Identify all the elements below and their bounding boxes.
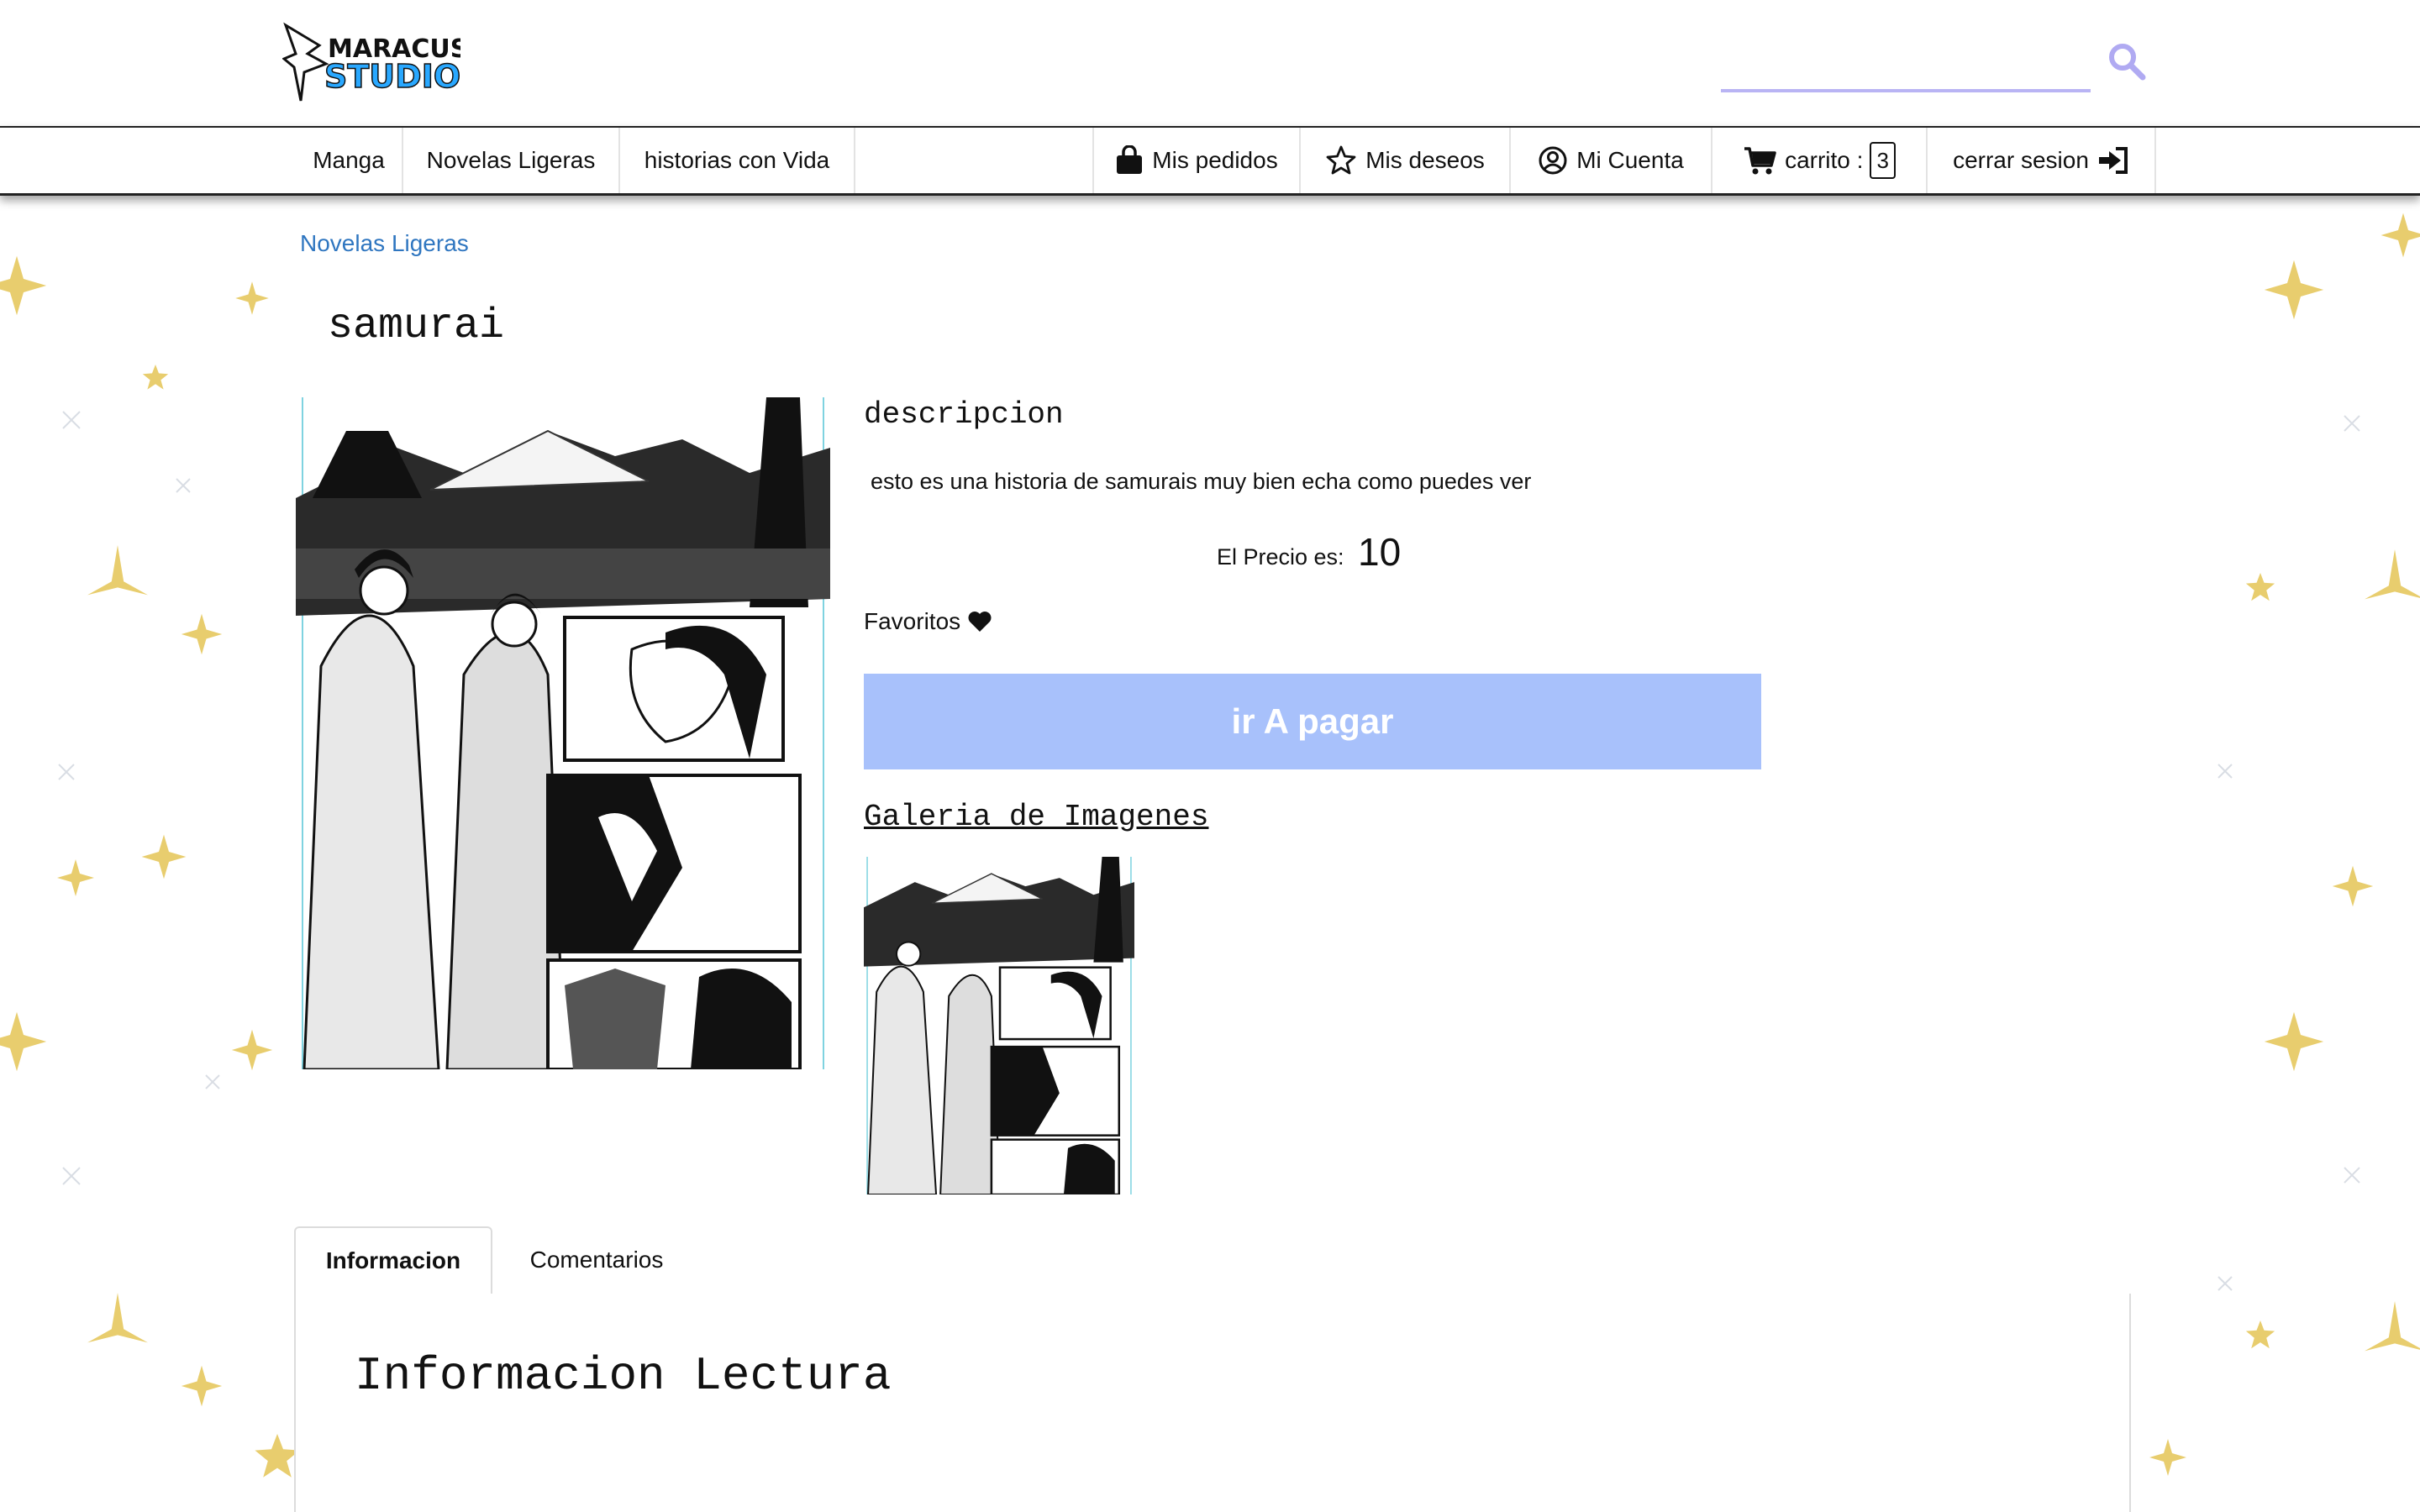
gallery-heading[interactable]: Galeria de Imagenes xyxy=(864,800,1208,834)
sign-in-arrow-icon xyxy=(2098,147,2128,174)
info-tabs: Informacion Comentarios xyxy=(294,1226,2128,1295)
gallery-thumbnail[interactable] xyxy=(864,857,1134,1194)
nav-historias-label: historias con Vida xyxy=(644,147,830,173)
tab-informacion[interactable]: Informacion xyxy=(294,1226,492,1295)
nav-account-label: Mi Cuenta xyxy=(1576,147,1684,173)
panel-heading: Informacion Lectura xyxy=(355,1349,892,1403)
tab-comentarios[interactable]: Comentarios xyxy=(492,1226,701,1294)
nav-manga[interactable]: Manga xyxy=(296,128,403,193)
description-heading: descripcion xyxy=(864,397,1064,432)
search-icon[interactable] xyxy=(2107,42,2146,81)
svg-text:STUDIO: STUDIO xyxy=(324,58,460,95)
search-input[interactable] xyxy=(1721,89,2091,92)
nav-novelas-ligeras-label: Novelas Ligeras xyxy=(426,147,596,173)
product-title: samurai xyxy=(328,302,505,350)
description-text: esto es una historia de samurais muy bie… xyxy=(871,469,1532,494)
site-header: MARACUS STUDIO xyxy=(0,0,2420,126)
cart-count-badge: 3 xyxy=(1870,142,1896,179)
nav-logout-label: cerrar sesion xyxy=(1953,147,2089,173)
nav-orders-label: Mis pedidos xyxy=(1152,147,1278,173)
shopping-bag-icon xyxy=(1117,145,1143,174)
nav-mi-cuenta[interactable]: Mi Cuenta xyxy=(1511,128,1712,193)
tab-panel: Informacion Lectura xyxy=(294,1294,2131,1512)
nav-novelas-ligeras[interactable]: Novelas Ligeras xyxy=(403,128,620,193)
main-navbar: Manga Novelas Ligeras historias con Vida… xyxy=(0,126,2420,196)
breadcrumb-link[interactable]: Novelas Ligeras xyxy=(300,230,469,257)
user-circle-icon xyxy=(1539,146,1567,175)
maracus-studio-logo[interactable]: MARACUS STUDIO xyxy=(281,20,468,104)
pay-button[interactable]: ir A pagar xyxy=(864,674,1761,769)
nav-historias-con-vida[interactable]: historias con Vida xyxy=(620,128,855,193)
product-cover-image xyxy=(296,397,830,1069)
nav-mis-deseos[interactable]: Mis deseos xyxy=(1301,128,1511,193)
nav-cart-label: carrito : xyxy=(1785,147,1864,173)
nav-cerrar-sesion[interactable]: cerrar sesion xyxy=(1928,128,2156,193)
nav-carrito[interactable]: carrito : 3 xyxy=(1712,128,1928,193)
nav-mis-pedidos[interactable]: Mis pedidos xyxy=(1092,128,1301,193)
favorites-label: Favoritos xyxy=(864,608,961,634)
nav-wishlist-label: Mis deseos xyxy=(1365,147,1485,173)
shopping-cart-icon xyxy=(1744,147,1776,175)
favorites-button[interactable]: Favoritos xyxy=(864,608,992,635)
star-outline-icon xyxy=(1326,145,1356,175)
heart-icon xyxy=(968,612,992,632)
price-value: 10 xyxy=(1358,530,1402,574)
nav-manga-label: Manga xyxy=(313,147,385,173)
product-page: Novelas Ligeras samurai descripcion esto… xyxy=(0,193,2420,1512)
price-label: El Precio es: xyxy=(1217,544,1344,570)
